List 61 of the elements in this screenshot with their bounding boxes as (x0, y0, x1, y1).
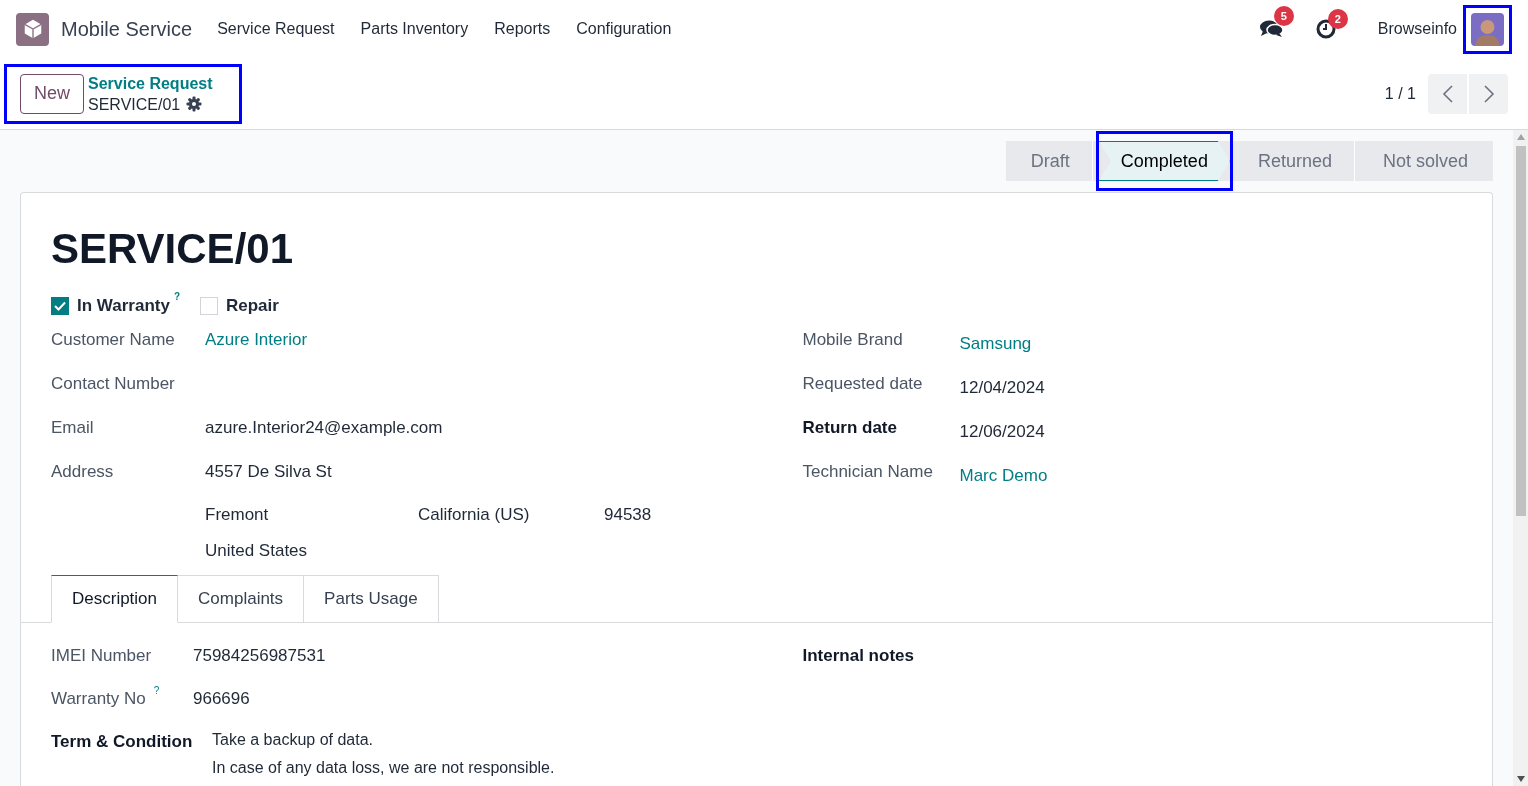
field-label: Address (51, 460, 115, 483)
user-name[interactable]: Browseinfo (1377, 17, 1457, 41)
menu-item[interactable]: Configuration (563, 17, 685, 41)
new-button[interactable]: New (20, 73, 84, 114)
address-city: Fremont (205, 504, 270, 526)
breadcrumb-link[interactable]: Service Request (88, 72, 213, 94)
chevron-left-icon (1441, 84, 1454, 103)
menu-item[interactable]: Reports (481, 17, 564, 41)
settings-icon[interactable] (186, 96, 203, 112)
field-label: Customer Name (51, 328, 176, 351)
menu-item[interactable]: Parts Inventory (347, 17, 482, 41)
checkbox-label: Repair (226, 295, 279, 317)
previous-button[interactable] (1428, 73, 1467, 114)
user-avatar[interactable] (1471, 12, 1504, 46)
stage-button[interactable]: Completed (1098, 141, 1230, 181)
address-country: United States (205, 539, 309, 562)
field-label: IMEI Number (51, 645, 152, 667)
field-link[interactable]: Marc Demo (959, 462, 1048, 488)
field-value: 75984256987531 (193, 645, 326, 667)
message-count-badge: 5 (1273, 6, 1294, 26)
checkbox[interactable] (51, 296, 69, 315)
address-zip: 94538 (604, 504, 652, 526)
field-label: Email (51, 416, 95, 439)
field-value: 12/06/2024 (959, 420, 1045, 443)
tab[interactable]: Description (51, 575, 179, 623)
clock-icon[interactable] (1315, 19, 1336, 39)
help-marker[interactable]: ? (173, 289, 180, 304)
next-button[interactable] (1469, 73, 1508, 114)
app-name[interactable]: Mobile Service (61, 14, 193, 44)
app-logo-icon[interactable] (16, 12, 49, 46)
field-label: Technician Name (802, 460, 934, 483)
field-value: 966696 (193, 688, 250, 710)
chevron-right-icon (1482, 84, 1495, 103)
pager-value: 1 / 1 (1384, 83, 1416, 104)
field-label: Warranty No (51, 688, 146, 710)
field-value: 12/04/2024 (959, 376, 1045, 399)
record-name: SERVICE/01 (88, 94, 181, 115)
scrollbar[interactable] (1513, 130, 1528, 786)
help-marker[interactable]: ? (153, 683, 160, 698)
field-link[interactable]: Samsung (959, 330, 1032, 356)
address-state: California (US) (418, 504, 531, 526)
field-label: Return date (802, 416, 898, 439)
text-line: Take a backup of data. (212, 730, 374, 750)
section-label: Internal notes (802, 645, 915, 667)
checkbox[interactable] (200, 296, 218, 315)
field-label: Contact Number (51, 372, 176, 395)
address-street: 4557 De Silva St (205, 460, 333, 483)
field-label: Term & Condition (51, 731, 193, 753)
field-label: Mobile Brand (802, 328, 904, 351)
field-label: Requested date (802, 372, 924, 395)
text-line: In case of any data loss, we are not responsible. (212, 758, 555, 778)
field-value: azure.Interior24@example.com (205, 416, 443, 439)
messages-icon[interactable] (1259, 18, 1286, 40)
scroll-down-icon[interactable] (1516, 776, 1525, 782)
record-title: SERVICE/01 (51, 224, 294, 274)
activity-count-badge: 2 (1327, 9, 1348, 29)
field-link[interactable]: Azure Interior (205, 326, 308, 352)
tab[interactable]: Complaints (178, 575, 305, 623)
checkbox-label: In Warranty (77, 295, 170, 317)
tab[interactable]: Parts Usage (304, 575, 439, 623)
menu-item[interactable]: Service Request (204, 17, 348, 41)
